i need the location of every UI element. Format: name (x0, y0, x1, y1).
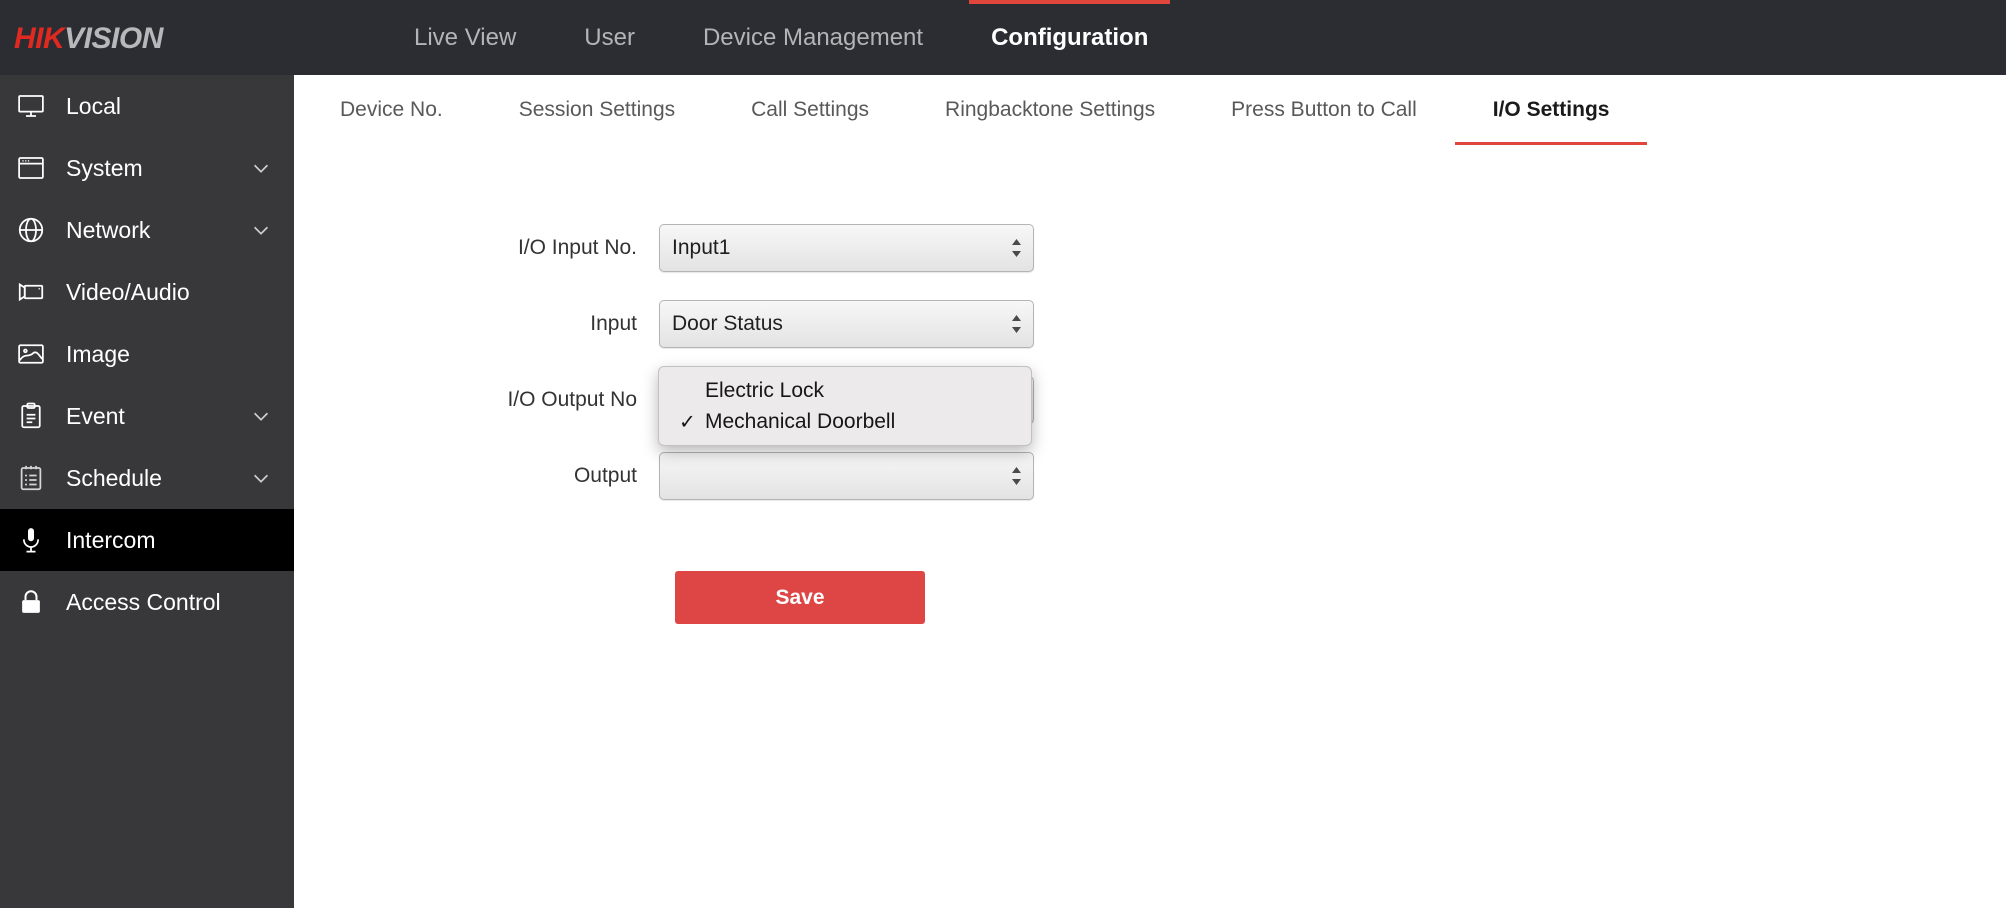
sub-tab-bar: Device No. Session Settings Call Setting… (294, 75, 2006, 145)
label-output: Output (573, 464, 637, 487)
label-input: Input (590, 312, 637, 335)
lock-icon (14, 585, 48, 619)
top-navigation: Live View User Device Management Configu… (380, 0, 1182, 75)
tab-label: Press Button to Call (1231, 98, 1417, 121)
main-content: Device No. Session Settings Call Setting… (294, 75, 2006, 908)
topnav-label: Configuration (991, 23, 1149, 51)
tab-device-no[interactable]: Device No. (302, 75, 481, 145)
globe-icon (14, 213, 48, 247)
topnav-label: Live View (414, 23, 517, 51)
select-value: Input1 (672, 236, 731, 259)
sidebar-item-access-control[interactable]: Access Control (0, 571, 294, 633)
logo-text-hik: HIK (14, 22, 65, 55)
tab-io-settings[interactable]: I/O Settings (1454, 75, 1648, 145)
select-io-input-no[interactable]: Input1 (659, 224, 1034, 272)
tab-ringbacktone-settings[interactable]: Ringbacktone Settings (907, 75, 1193, 145)
sidebar-item-image[interactable]: Image (0, 323, 294, 385)
sidebar-item-label: Schedule (66, 464, 162, 491)
sidebar-item-label: Network (66, 216, 151, 243)
sidebar-item-label: Image (66, 340, 130, 367)
save-button[interactable]: Save (675, 571, 925, 624)
top-header: HIKVISION Live View User Device Manageme… (0, 0, 2006, 75)
check-icon: ✓ (679, 411, 696, 433)
sidebar-item-label: Event (66, 402, 125, 429)
topnav-item-user[interactable]: User (550, 0, 669, 75)
sidebar-item-schedule[interactable]: Schedule (0, 447, 294, 509)
sidebar-item-event[interactable]: Event (0, 385, 294, 447)
topnav-label: Device Management (702, 23, 924, 51)
chevron-down-icon[interactable] (250, 467, 272, 489)
tab-label: Ringbacktone Settings (945, 98, 1156, 121)
picture-icon (14, 337, 48, 371)
select-value: Door Status (672, 312, 783, 335)
select-input[interactable]: Door Status (659, 300, 1034, 348)
microphone-icon (14, 523, 48, 557)
select-output[interactable]: Mechanical Doorbell (659, 452, 1034, 500)
save-row: Save (294, 571, 2006, 624)
sidebar-item-label: Access Control (66, 588, 221, 615)
dropdown-option-mechanical-doorbell[interactable]: ✓ Mechanical Doorbell (659, 406, 1031, 437)
output-dropdown-menu[interactable]: Electric Lock ✓ Mechanical Doorbell (658, 366, 1032, 446)
form-row-io-output-no: I/O Output No Output1 (294, 369, 2006, 431)
topnav-item-device-management[interactable]: Device Management (669, 0, 957, 75)
clipboard-icon (14, 399, 48, 433)
stepper-arrows-icon (1010, 463, 1022, 489)
chevron-down-icon[interactable] (250, 157, 272, 179)
camcorder-icon (14, 275, 48, 309)
topnav-item-configuration[interactable]: Configuration (957, 0, 1182, 75)
stepper-arrows-icon (1010, 235, 1022, 261)
sidebar-item-label: Video/Audio (66, 278, 190, 305)
label-io-output-no: I/O Output No (507, 388, 637, 411)
sidebar-item-system[interactable]: System (0, 137, 294, 199)
form-row-input: Input Door Status (294, 293, 2006, 355)
logo-text-vision: VISION (64, 22, 163, 55)
dropdown-option-electric-lock[interactable]: Electric Lock (659, 375, 1031, 406)
sidebar-item-intercom[interactable]: Intercom (0, 509, 294, 571)
tab-session-settings[interactable]: Session Settings (481, 75, 713, 145)
window-icon (14, 151, 48, 185)
sidebar-item-label: Local (66, 92, 121, 119)
chevron-down-icon[interactable] (250, 405, 272, 427)
monitor-icon (14, 89, 48, 123)
dropdown-option-label: Electric Lock (705, 378, 825, 402)
topnav-label: User (584, 23, 635, 51)
sidebar: Local System Network Video/Audio Image E… (0, 75, 294, 908)
stepper-arrows-icon (1010, 311, 1022, 337)
tab-label: Session Settings (518, 98, 676, 121)
sidebar-item-label: Intercom (66, 526, 156, 553)
tab-label: Call Settings (751, 98, 870, 121)
dropdown-option-label: Mechanical Doorbell (705, 409, 896, 433)
label-io-input-no: I/O Input No. (517, 236, 637, 259)
tab-label: I/O Settings (1492, 98, 1610, 121)
tab-call-settings[interactable]: Call Settings (713, 75, 907, 145)
page-root: HIKVISION Live View User Device Manageme… (0, 0, 2006, 908)
calendar-list-icon (14, 461, 48, 495)
sidebar-item-label: System (66, 154, 143, 181)
tab-press-button-to-call[interactable]: Press Button to Call (1193, 75, 1455, 145)
form-row-io-input-no: I/O Input No. Input1 (294, 217, 2006, 279)
io-settings-form: I/O Input No. Input1 Input Door Status I… (294, 145, 2006, 624)
hikvision-logo: HIKVISION (14, 22, 163, 56)
tab-label: Device No. (340, 98, 443, 121)
topnav-item-live-view[interactable]: Live View (380, 0, 550, 75)
sidebar-item-network[interactable]: Network (0, 199, 294, 261)
chevron-down-icon[interactable] (250, 219, 272, 241)
sidebar-item-video-audio[interactable]: Video/Audio (0, 261, 294, 323)
form-row-output: Output Mechanical Doorbell (294, 445, 2006, 507)
sidebar-item-local[interactable]: Local (0, 75, 294, 137)
